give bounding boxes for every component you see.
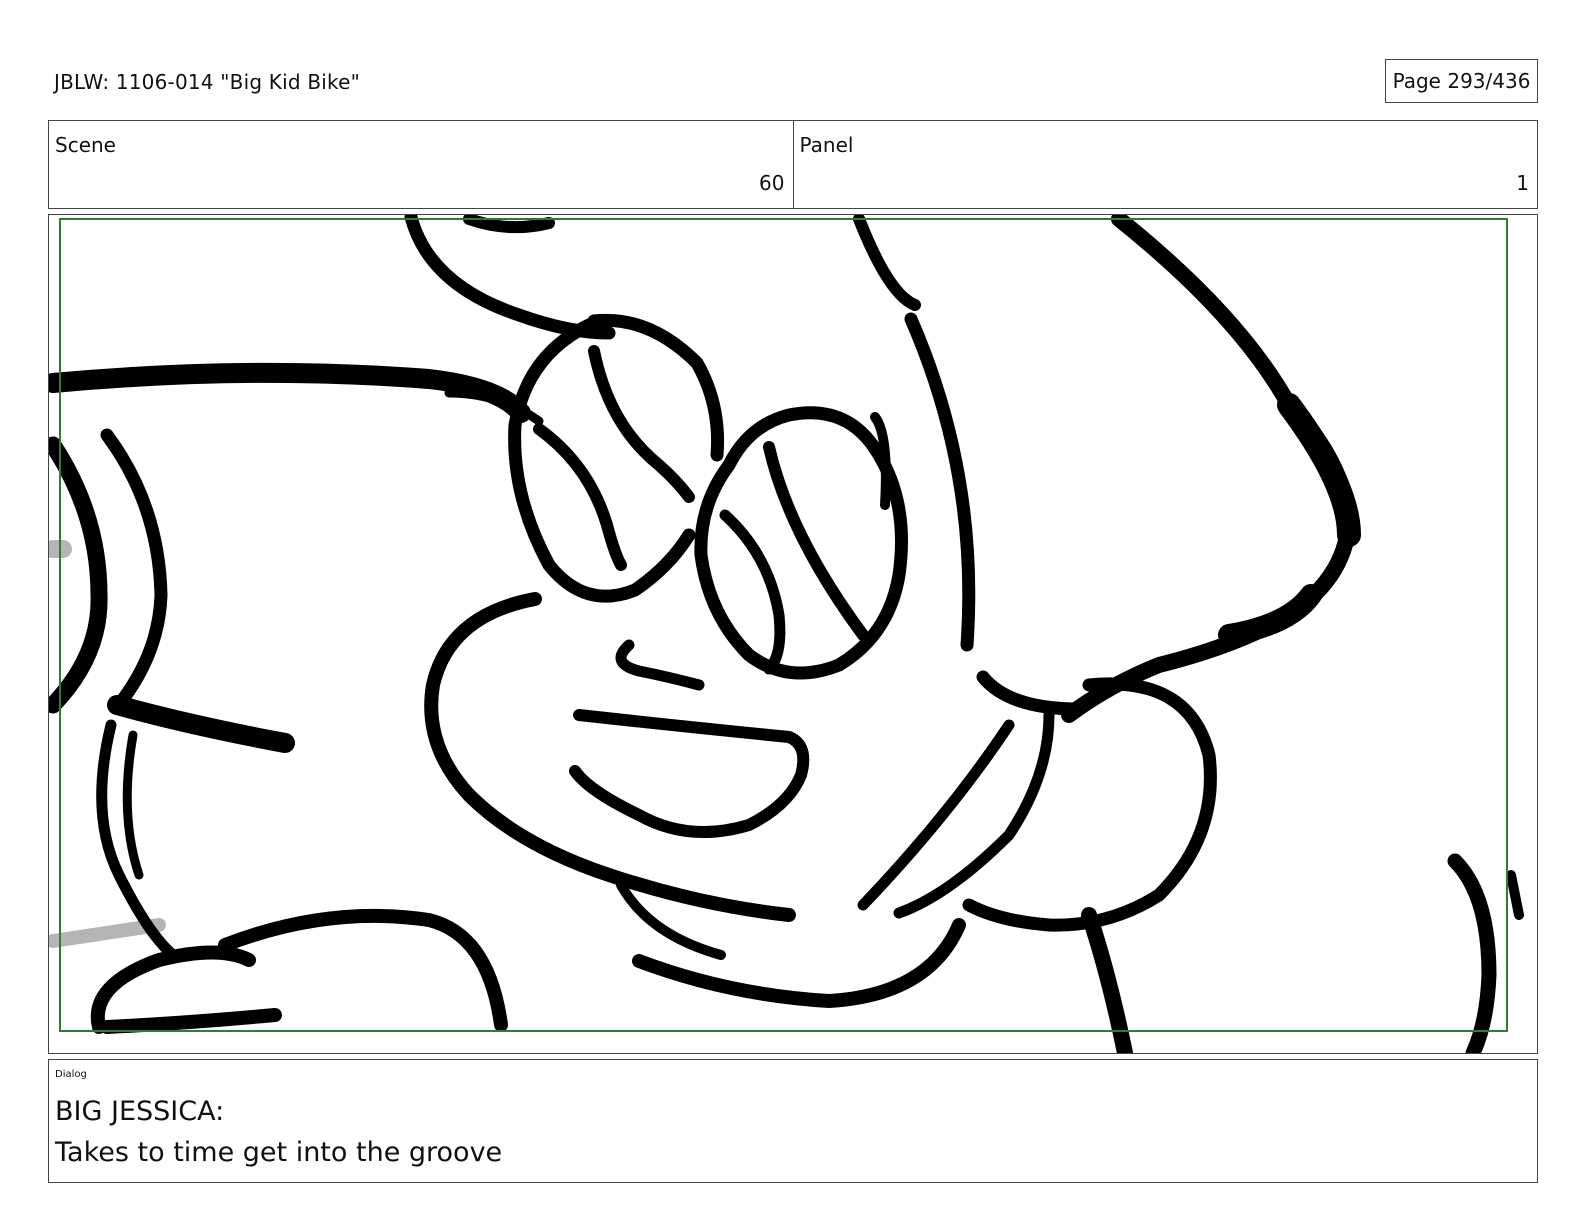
scene-number: 60 — [759, 171, 785, 195]
hair-shadow — [1218, 584, 1322, 646]
right-figure-line — [1506, 870, 1524, 920]
hair-line — [1061, 215, 1357, 723]
cheek-line — [893, 709, 1055, 919]
hair-shadow — [1277, 393, 1361, 547]
dialog-speaker: BIG JESSICA: — [55, 1096, 225, 1127]
hair-line — [853, 215, 921, 311]
hair-line — [463, 215, 555, 234]
glasses-line — [587, 313, 725, 462]
dialog-box: Dialog BIG JESSICA: Takes to time get in… — [48, 1059, 1538, 1183]
eye-line — [588, 345, 695, 503]
storyboard-panel — [48, 214, 1538, 1054]
dialog-label: Dialog — [55, 1069, 87, 1080]
panel-cell: Panel 1 — [792, 121, 1538, 208]
scene-panel-info: Scene 60 Panel 1 — [48, 120, 1538, 209]
nose-line — [615, 639, 705, 691]
left-figure-line — [122, 730, 144, 880]
scene-cell: Scene 60 — [49, 121, 793, 208]
hair-line — [404, 215, 616, 340]
dialog-line: Takes to time get into the groove — [55, 1137, 503, 1168]
eye-line — [533, 423, 627, 571]
ear-line — [976, 670, 1086, 716]
hand-line — [218, 908, 508, 1032]
jaw-line — [632, 918, 966, 1008]
page-counter: Page 293/436 — [1385, 59, 1538, 103]
left-figure-line — [107, 695, 295, 753]
cheek-line — [857, 719, 1015, 911]
ink-lines — [49, 215, 1524, 1053]
cheek-line — [962, 677, 1217, 932]
document-title: JBLW: 1106-014 "Big Kid Bike" — [54, 70, 360, 94]
right-figure-line — [1447, 853, 1497, 1053]
hair-line — [904, 312, 976, 652]
hand-line — [100, 1008, 282, 1034]
eye-line — [763, 441, 869, 641]
scene-label: Scene — [55, 133, 116, 157]
panel-number: 1 — [1516, 171, 1529, 195]
mouth-line — [569, 709, 810, 839]
panel-label: Panel — [799, 133, 854, 157]
neck-line — [1081, 907, 1133, 1053]
left-figure-line — [100, 428, 168, 714]
storyboard-drawing — [49, 215, 1524, 1053]
